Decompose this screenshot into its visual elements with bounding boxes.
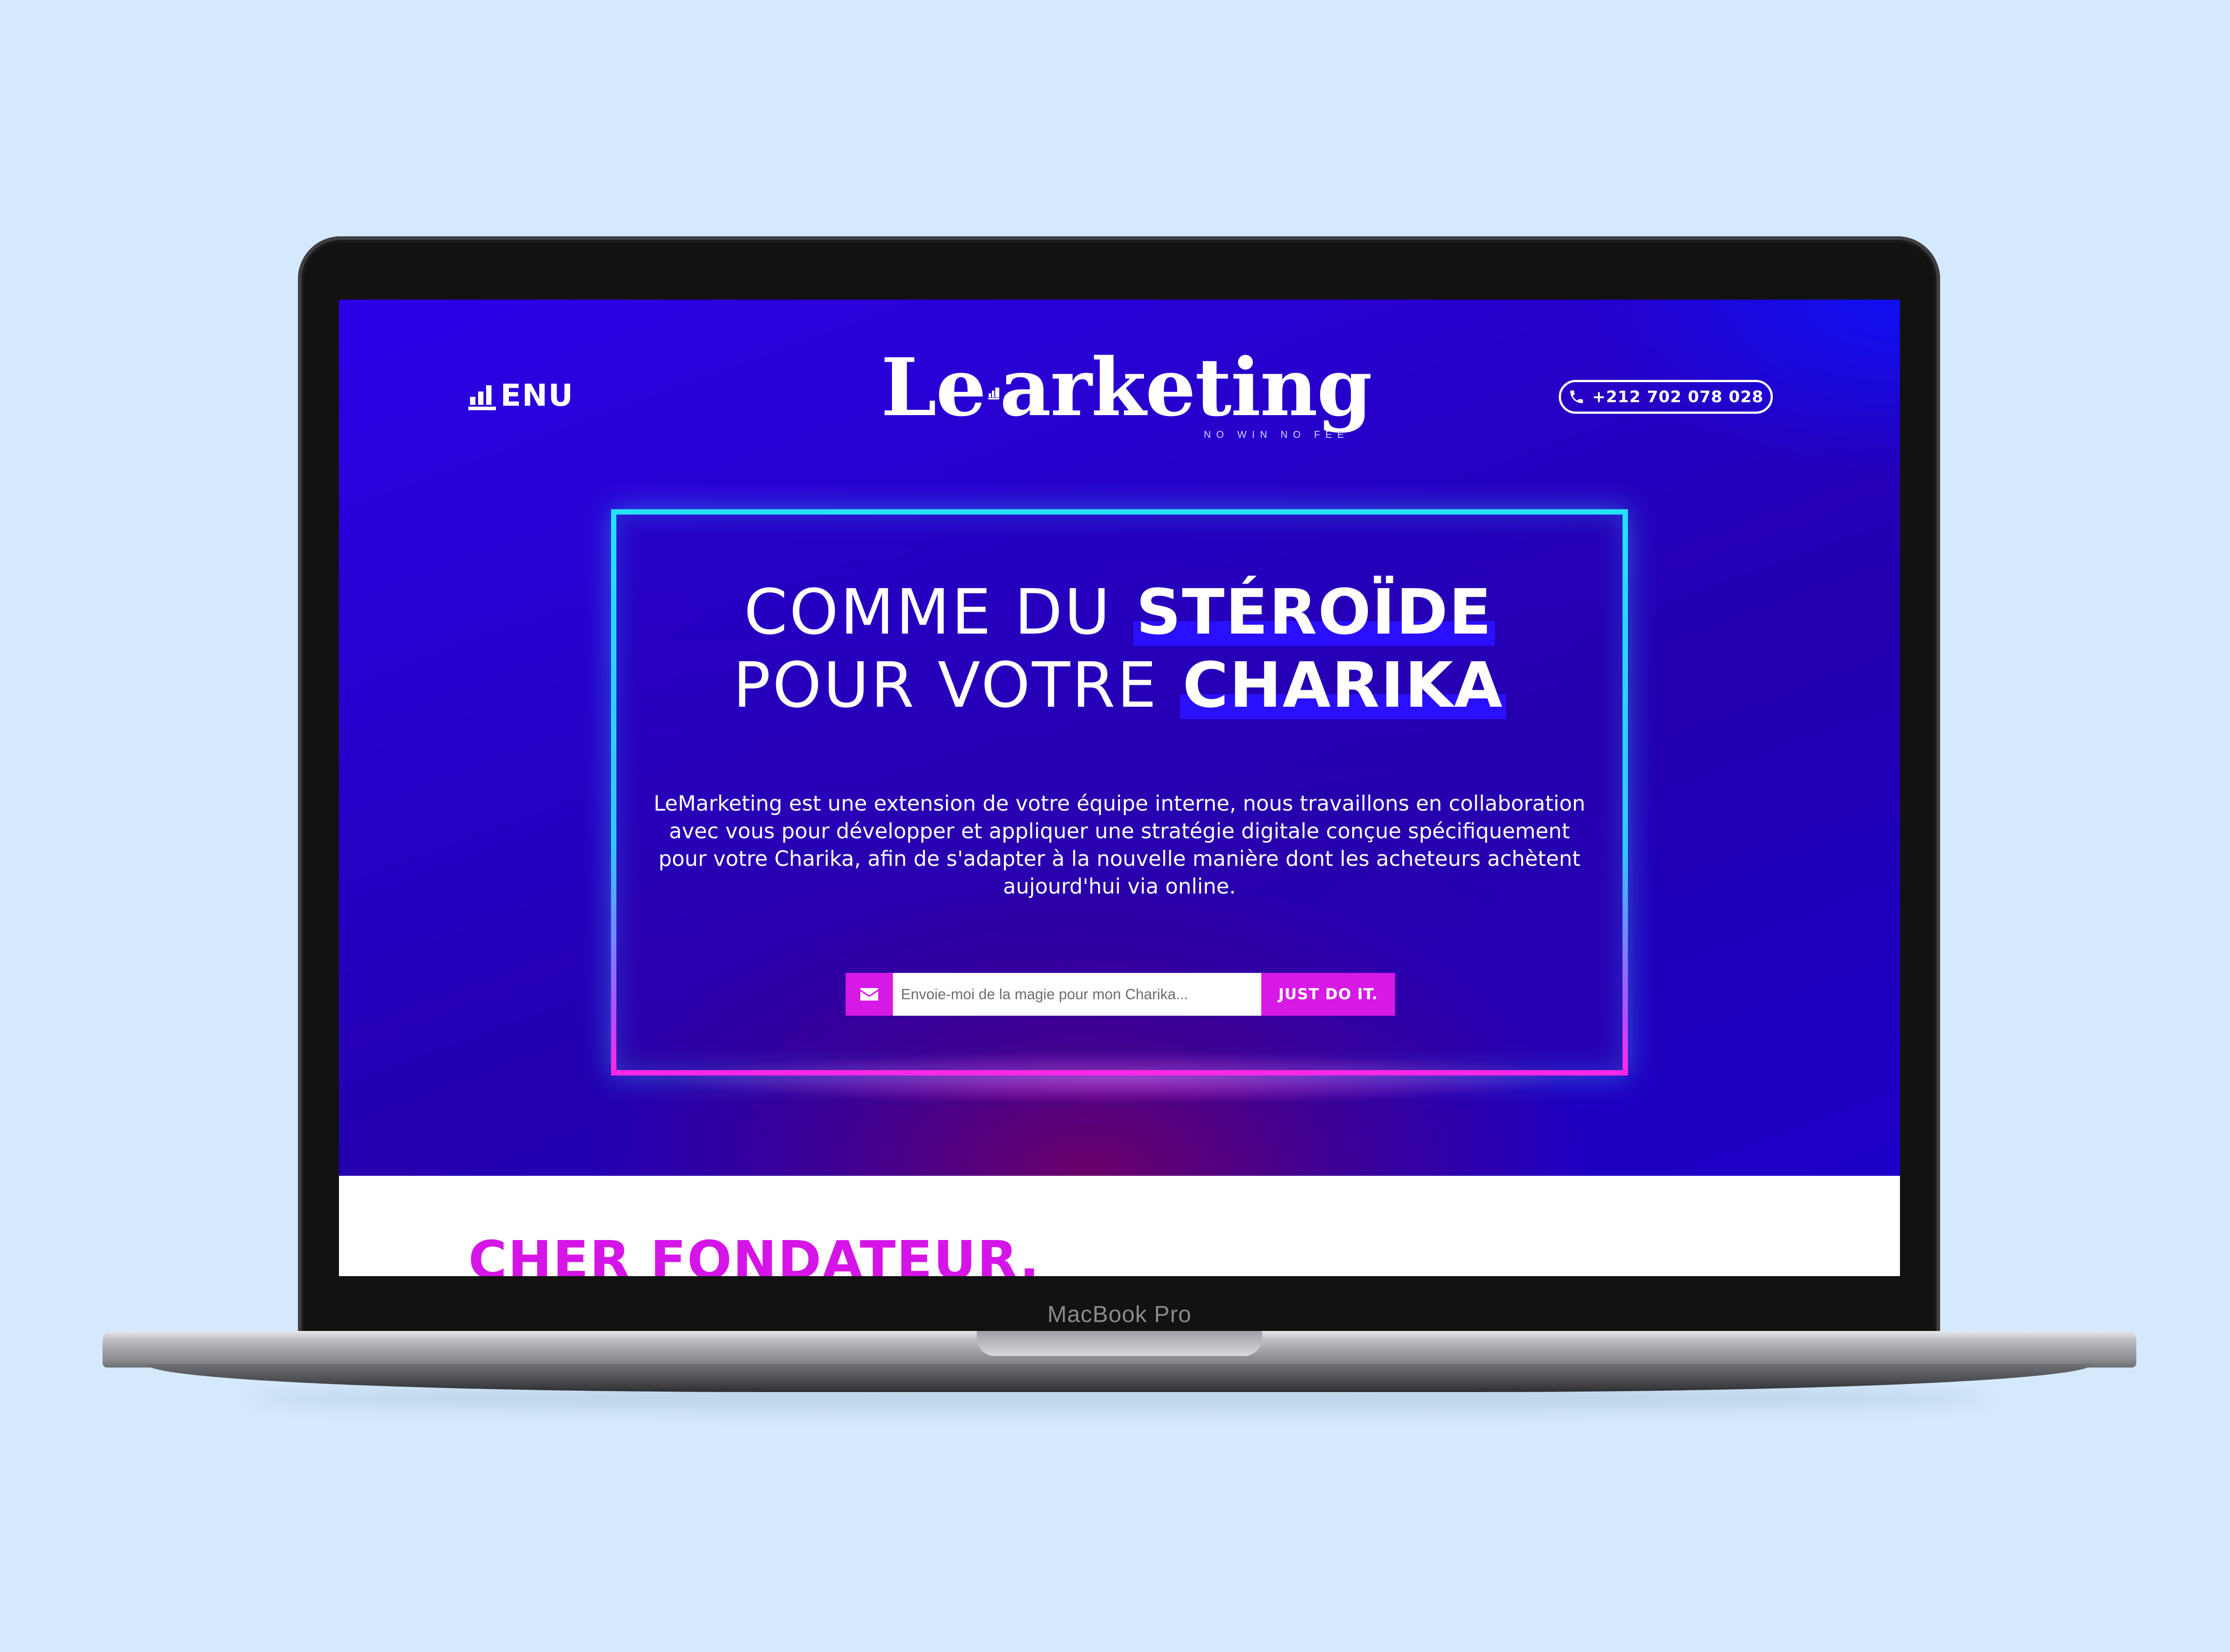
email-input[interactable] [893,973,1261,1016]
logo-tagline: NO WIN NO FEE [1204,429,1349,440]
menu-button[interactable]: ENU [467,378,574,413]
headline-line2-bold: CHARIKA [1180,649,1506,722]
envelope-icon [860,988,878,1001]
section-title: CHER FONDATEUR. [468,1229,1041,1276]
phone-icon [1570,390,1583,404]
device-label: MacBook Pro [1047,1302,1192,1327]
phone-button[interactable]: +212 702 078 028 [1559,380,1773,414]
hero-headline: COMME DU STÉROÏDE POUR VOTRE CHARIKA [611,576,1628,722]
hero-section: ENU Le arketing NO WIN NO FEE +212 702 0… [339,300,1900,1176]
laptop-notch [977,1331,1262,1356]
bar-chart-icon [468,385,496,410]
logo-text-end: arketing [999,341,1372,434]
logo-text-start: Le [881,341,986,434]
bar-chart-m-icon [988,387,999,400]
submit-button[interactable]: JUST DO IT. [1261,973,1395,1016]
signup-icon-box [846,973,893,1016]
laptop-screen: ENU Le arketing NO WIN NO FEE +212 702 0… [339,300,1900,1276]
site-logo[interactable]: Le arketing NO WIN NO FEE [881,341,1372,441]
headline-line1-bold: STÉROÏDE [1133,576,1495,649]
laptop-base-edge [147,1364,2092,1392]
signup-form: JUST DO IT. [846,973,1395,1016]
headline-line2-light: POUR VOTRE [733,649,1180,722]
founder-section: CHER FONDATEUR. [339,1176,1900,1276]
hero-description: LeMarketing est une extension de votre é… [653,791,1586,899]
phone-number: +212 702 078 028 [1592,387,1764,406]
headline-line1-light: COMME DU [744,576,1134,649]
menu-label: ENU [500,378,574,413]
